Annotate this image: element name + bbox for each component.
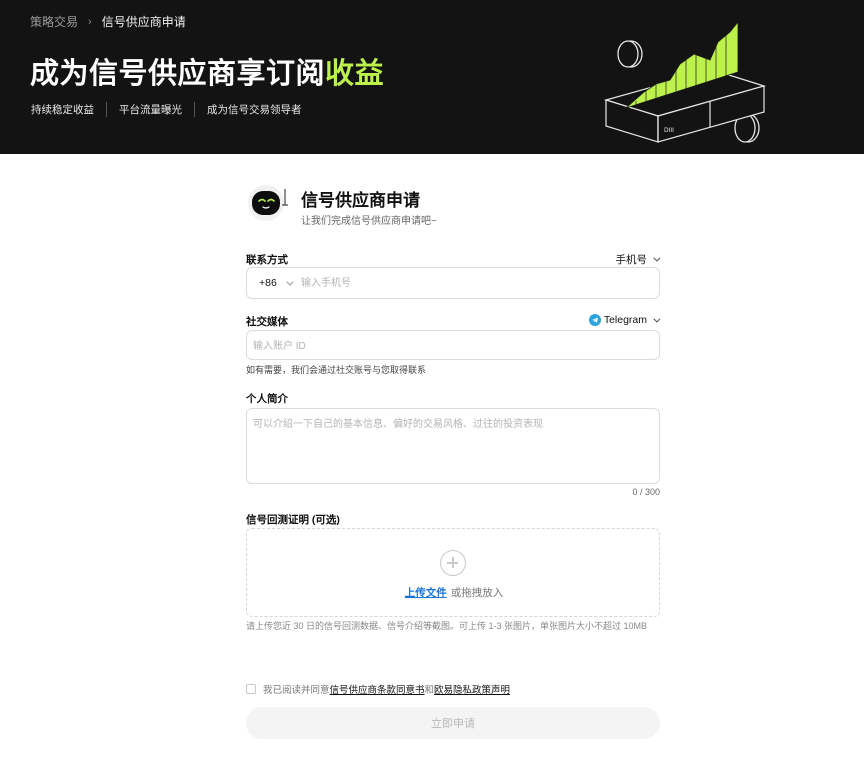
hero-tag: 成为信号交易领导者 [207,104,302,116]
bio-field [246,408,660,484]
agreement-prefix: 我已阅读并同意 [263,685,330,696]
privacy-link[interactable]: 欧易隐私政策声明 [434,682,510,696]
terms-link[interactable]: 信号供应商条款同意书 [330,682,425,696]
hero-title-accent: 收益 [325,58,385,90]
agreement-joiner: 和 [424,685,435,696]
bio-textarea[interactable] [253,415,653,479]
social-platform-value: Telegram [603,314,647,326]
form-title: 信号供应商申请 [301,191,420,210]
social-platform-dropdown[interactable]: Telegram [588,314,661,326]
social-field [246,330,660,361]
country-code-selector[interactable]: +86 [259,268,294,298]
chevron-down-icon [286,278,294,286]
hero-title-main: 成为信号供应商享订阅 [30,58,326,90]
upload-hint: 请上传您近 30 日的信号回测数据、信号介绍等截图。可上传 1-3 张图片，单张… [246,621,648,631]
hero-title: 成为信号供应商享订阅收益 [30,50,384,92]
hero-tags: 持续稳定收益 平台流量曝光 成为信号交易领导者 [31,102,326,117]
submit-button[interactable]: 立即申请 [246,707,660,739]
bio-char-counter: 0 / 300 [632,487,660,497]
social-hint: 如有需要，我们会通过社交账号与您取得联系 [246,365,427,375]
breadcrumb: 策略交易 › 信号供应商申请 [30,13,186,30]
agreement-checkbox[interactable] [246,684,256,694]
contact-label: 联系方式 [246,254,288,266]
hero-tag: 持续稳定收益 [31,102,107,117]
social-label: 社交媒体 [246,316,288,328]
rising-chart-illustration-icon: DIII [603,20,767,143]
upload-text: 上传文件 或拖拽放入 [247,585,661,600]
telegram-icon [588,314,601,326]
hero-banner: 策略交易 › 信号供应商申请 成为信号供应商享订阅收益 持续稳定收益 平台流量曝… [0,0,864,154]
illustration-label: DIII [664,127,674,134]
country-code-value: +86 [259,277,277,289]
upload-file-link[interactable]: 上传文件 [405,587,447,599]
plus-circle-icon[interactable] [440,550,466,576]
breadcrumb-current: 信号供应商申请 [101,15,186,29]
upload-dropzone[interactable]: 上传文件 或拖拽放入 [246,528,660,617]
breadcrumb-chevron-icon: › [88,15,92,28]
robot-avatar-icon [248,185,288,221]
phone-field: +86 [246,267,660,299]
upload-suffix: 或拖拽放入 [450,587,504,599]
contact-method-value: 手机号 [615,254,648,266]
chevron-down-icon [653,315,661,323]
breadcrumb-parent-link[interactable]: 策略交易 [30,13,78,30]
form-subtitle: 让我们完成信号供应商申请吧~ [301,216,437,227]
phone-input[interactable] [301,268,651,298]
bio-label: 个人简介 [246,393,288,405]
proof-label: 信号回测证明 (可选) [246,514,340,526]
chevron-down-icon [653,254,661,262]
hero-tag: 平台流量曝光 [119,102,195,117]
social-account-input[interactable] [253,331,653,361]
contact-method-dropdown[interactable]: 手机号 [615,252,661,267]
agreement-row: 我已阅读并同意 信号供应商条款同意书 和 欧易隐私政策声明 [246,682,510,696]
form-header: 信号供应商申请 让我们完成信号供应商申请吧~ [246,182,660,228]
